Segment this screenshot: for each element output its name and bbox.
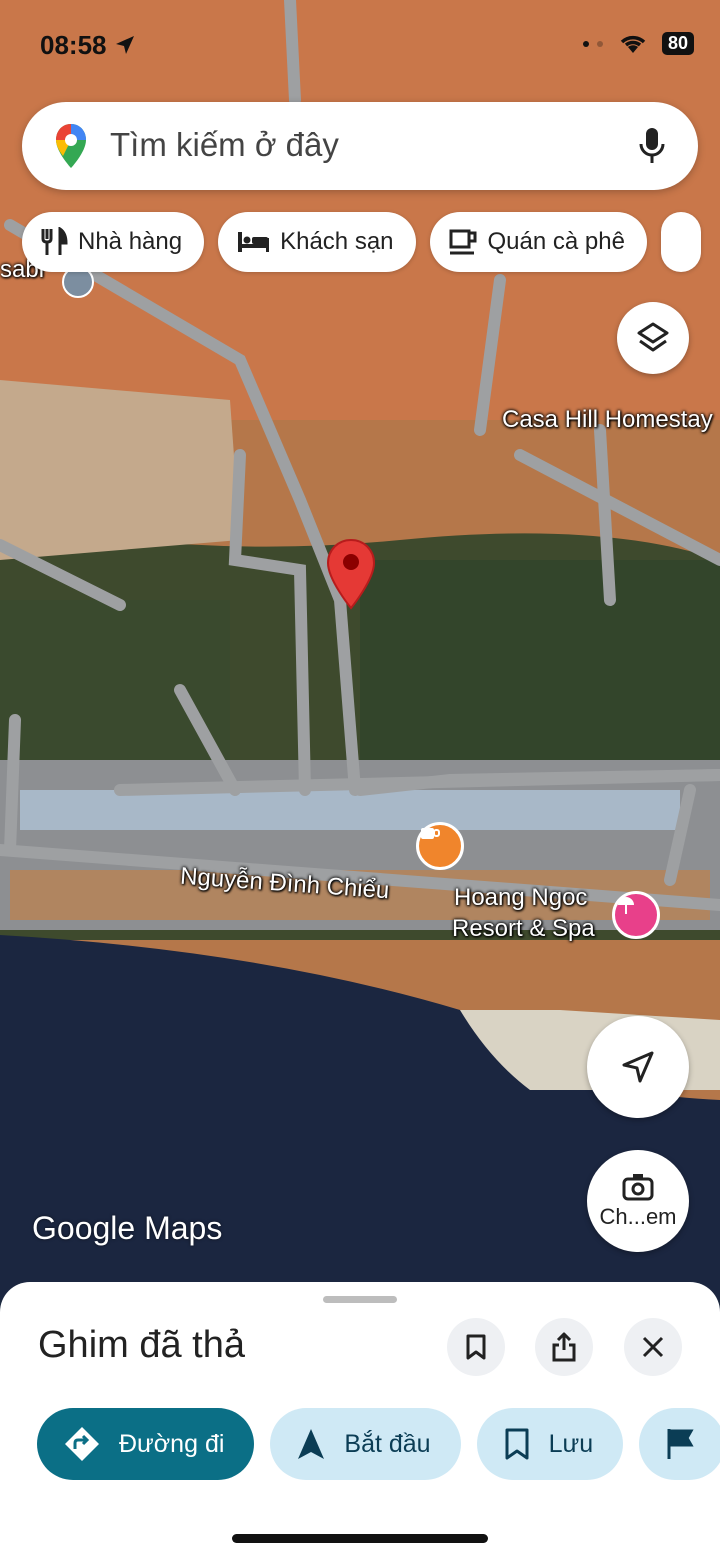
bed-icon [238, 232, 270, 252]
start-button[interactable]: Bắt đầu [270, 1408, 461, 1480]
share-icon [552, 1332, 576, 1362]
home-indicator [232, 1534, 488, 1543]
spa-poi-icon[interactable] [612, 891, 660, 939]
layers-button[interactable] [617, 302, 689, 374]
coffee-cup-icon [449, 229, 477, 255]
save-icon-button[interactable] [447, 1318, 505, 1376]
search-input[interactable]: Tìm kiếm ở đây [110, 126, 339, 164]
wifi-icon [620, 35, 646, 53]
directions-icon [65, 1427, 99, 1461]
start-label: Bắt đầu [344, 1429, 431, 1458]
more-action-button[interactable] [639, 1408, 720, 1480]
battery-indicator: 80 [661, 32, 694, 55]
close-icon [642, 1336, 664, 1358]
my-location-button[interactable] [587, 1016, 689, 1118]
save-button[interactable]: Lưu [476, 1408, 624, 1480]
status-time: 08:58 [40, 30, 136, 61]
navigation-arrow-icon [622, 1051, 654, 1083]
navigation-arrow-icon [298, 1429, 325, 1459]
status-bar: 08:58 80 [0, 30, 720, 64]
map-label-casa-hill-homestay[interactable]: Casa Hill Homestay [502, 406, 713, 434]
flag-icon [667, 1429, 694, 1459]
time-text: 08:58 [40, 30, 107, 60]
google-maps-logo: Google Maps [32, 1210, 223, 1246]
sheet-drag-handle[interactable] [323, 1296, 397, 1303]
coffee-poi-icon[interactable] [416, 822, 464, 870]
bookmark-icon [505, 1428, 529, 1460]
search-bar[interactable]: Tìm kiếm ở đây [22, 102, 698, 190]
fork-knife-icon [41, 227, 68, 255]
action-buttons: Đường đi Bắt đầu Lưu [37, 1408, 720, 1480]
bookmark-icon [466, 1334, 486, 1360]
chip-restaurants[interactable]: Nhà hàng [22, 212, 205, 272]
chip-cafes[interactable]: Quán cà phê [429, 212, 647, 272]
sheet-title: Ghim đã thả [38, 1324, 245, 1366]
chip-label: Nhà hàng [78, 228, 183, 255]
signal-dots-icon [582, 40, 603, 47]
chip-more[interactable] [660, 212, 701, 272]
camera-search-button[interactable]: Ch...em [587, 1150, 689, 1252]
layers-icon [637, 322, 669, 352]
directions-button[interactable]: Đường đi [37, 1408, 255, 1480]
chip-label: Quán cà phê [487, 228, 625, 255]
directions-label: Đường đi [119, 1429, 225, 1458]
close-button[interactable] [624, 1318, 682, 1376]
chip-hotels[interactable]: Khách sạn [218, 212, 416, 272]
share-button[interactable] [535, 1318, 593, 1376]
google-maps-pin-logo-icon [56, 124, 86, 168]
map-label-resort-line1[interactable]: Hoang Ngoc [454, 884, 587, 912]
bottom-sheet[interactable]: Ghim đã thả Đường đi Bắt đầu Lưu [0, 1282, 720, 1559]
map-label-resort-line2[interactable]: Resort & Spa [452, 915, 595, 943]
microphone-icon[interactable] [638, 126, 666, 166]
chip-label: Khách sạn [280, 228, 394, 255]
category-chips: Nhà hàng Khách sạn Quán cà phê [22, 212, 701, 272]
location-arrow-icon [115, 36, 134, 54]
camera-button-label: Ch...em [599, 1204, 677, 1229]
save-label: Lưu [548, 1429, 594, 1458]
camera-icon [622, 1174, 654, 1201]
